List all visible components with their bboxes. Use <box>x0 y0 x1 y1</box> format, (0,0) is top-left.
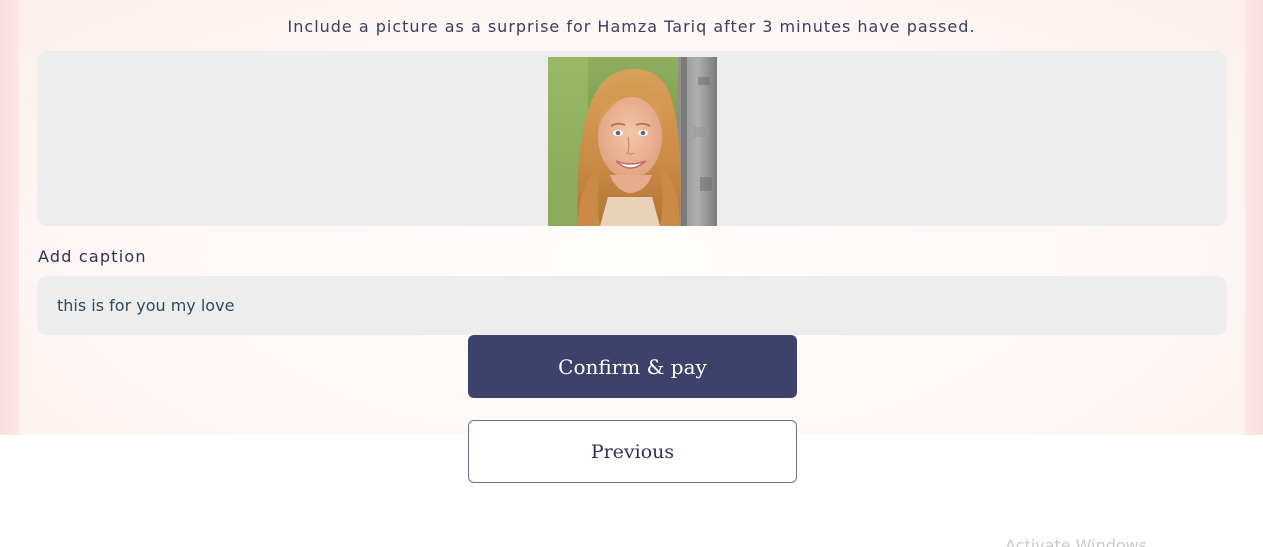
confirm-pay-button[interactable]: Confirm & pay <box>468 335 797 398</box>
uploaded-photo <box>548 57 717 226</box>
image-upload-area[interactable] <box>37 51 1227 226</box>
instruction-text: Include a picture as a surprise for Hamz… <box>287 17 976 36</box>
activate-windows-watermark: Activate Windows <box>1005 536 1148 547</box>
caption-input[interactable] <box>37 276 1227 335</box>
caption-label: Add caption <box>38 247 147 266</box>
previous-button[interactable]: Previous <box>468 420 797 483</box>
page: Include a picture as a surprise for Hamz… <box>0 0 1263 547</box>
